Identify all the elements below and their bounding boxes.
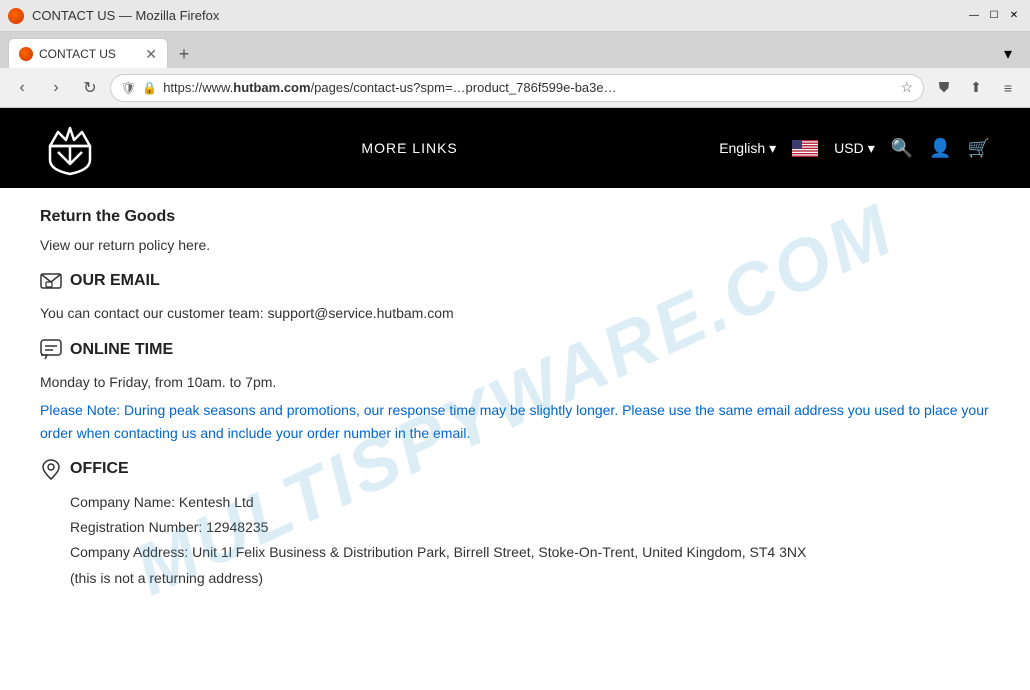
reg-number: Registration Number: 12948235: [70, 515, 990, 540]
language-selector[interactable]: English ▾: [719, 140, 776, 157]
new-tab-button[interactable]: +: [170, 40, 198, 68]
cart-icon[interactable]: 🛒: [968, 138, 990, 159]
online-line2: Please Note: During peak seasons and pro…: [40, 399, 990, 444]
url-text: https://www.hutbam.com/pages/contact-us?…: [163, 80, 894, 95]
office-info: Company Name: Kentesh Ltd Registration N…: [70, 490, 990, 591]
header-nav: MORE LINKS: [120, 140, 699, 156]
header-right: English ▾ USD ▾ 🔍 👤 🛒: [719, 138, 990, 159]
refresh-button[interactable]: ↻: [76, 74, 104, 102]
forward-button[interactable]: ›: [42, 74, 70, 102]
titlebar-title: CONTACT US — Mozilla Firefox: [32, 8, 219, 23]
email-section-heading: OUR EMAIL: [40, 270, 990, 292]
chat-icon: [40, 339, 62, 361]
office-heading-label: OFFICE: [70, 460, 129, 478]
logo[interactable]: [40, 118, 100, 178]
currency-chevron-icon: ▾: [868, 140, 875, 157]
lang-label: English: [719, 140, 765, 156]
tab-favicon: [19, 47, 33, 61]
location-icon: [40, 458, 62, 480]
office-section-heading: OFFICE: [40, 458, 990, 480]
maximize-button[interactable]: ☐: [986, 8, 1002, 24]
email-text: You can contact our customer team: suppo…: [40, 302, 990, 324]
page-content: Return the Goods View our return policy …: [0, 188, 1030, 690]
logo-svg: [40, 118, 100, 178]
lock-icon: 🔒: [142, 81, 157, 95]
us-flag-icon: [792, 140, 818, 157]
toolbar-icons: ⛊ ⬆ ≡: [930, 74, 1022, 102]
site-header: MORE LINKS English ▾ USD ▾ 🔍: [0, 108, 1030, 188]
tab-label: CONTACT US: [39, 47, 139, 61]
tabbar: CONTACT US ✕ + ▾: [0, 32, 1030, 68]
tab-close-button[interactable]: ✕: [145, 47, 157, 61]
close-button[interactable]: ✕: [1006, 8, 1022, 24]
menu-icon[interactable]: ≡: [994, 74, 1022, 102]
company-name: Company Name: Kentesh Ltd: [70, 490, 990, 515]
return-goods-heading: Return the Goods: [40, 208, 990, 226]
minimize-button[interactable]: —: [966, 8, 982, 24]
lang-chevron-icon: ▾: [769, 140, 776, 157]
online-section-heading: ONLINE TIME: [40, 339, 990, 361]
email-heading-label: OUR EMAIL: [70, 272, 160, 290]
address-box[interactable]: 🛡 🔒 https://www.hutbam.com/pages/contact…: [110, 74, 924, 102]
tab-contact-us[interactable]: CONTACT US ✕: [8, 38, 168, 68]
search-icon[interactable]: 🔍: [891, 138, 913, 159]
pocket-icon[interactable]: ⛊: [930, 74, 958, 102]
titlebar-left: CONTACT US — Mozilla Firefox: [8, 8, 219, 24]
shield-icon: 🛡: [121, 81, 136, 95]
back-button[interactable]: ‹: [8, 74, 36, 102]
address-note: (this is not a returning address): [70, 566, 990, 591]
firefox-icon: [8, 8, 24, 24]
user-icon[interactable]: 👤: [929, 138, 951, 159]
online-heading-label: ONLINE TIME: [70, 341, 173, 359]
return-policy-text: View our return policy here.: [40, 234, 990, 256]
addressbar: ‹ › ↻ 🛡 🔒 https://www.hutbam.com/pages/c…: [0, 68, 1030, 108]
currency-selector[interactable]: USD ▾: [834, 140, 875, 157]
currency-label: USD: [834, 140, 864, 156]
online-line1: Monday to Friday, from 10am. to 7pm.: [40, 371, 990, 393]
bookmark-star-icon[interactable]: ☆: [900, 79, 913, 96]
titlebar-controls: — ☐ ✕: [966, 8, 1022, 24]
more-links-nav[interactable]: MORE LINKS: [361, 140, 457, 156]
company-address: Company Address: Unit 1l Felix Business …: [70, 540, 990, 565]
tab-list-button[interactable]: ▾: [994, 40, 1022, 68]
email-icon: [40, 270, 62, 292]
share-icon[interactable]: ⬆: [962, 74, 990, 102]
titlebar: CONTACT US — Mozilla Firefox — ☐ ✕: [0, 0, 1030, 32]
